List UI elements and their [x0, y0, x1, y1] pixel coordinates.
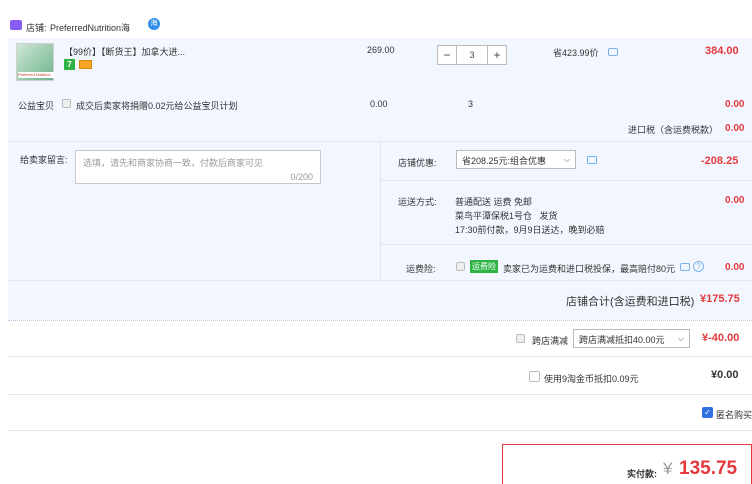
payment-value: 135.75	[679, 458, 738, 479]
insurance-text: 卖家已为运费和进口税投保，最高赔付80元	[503, 264, 676, 274]
payment-currency: ¥	[663, 459, 673, 478]
card-badge-icon	[79, 60, 92, 69]
unit-price: 269.00	[367, 45, 395, 55]
message-label: 给卖家留言:	[20, 155, 68, 165]
chat-bubble-icon[interactable]	[608, 48, 618, 56]
payment-label: 实付款:	[627, 469, 657, 479]
charity-checkbox[interactable]	[62, 99, 71, 108]
help-icon[interactable]: ?	[693, 261, 704, 272]
shop-discount-selected: 省208.25元:组合优惠	[462, 156, 547, 166]
charity-total: 0.00	[725, 99, 745, 110]
divider	[381, 244, 752, 245]
divider	[8, 356, 752, 357]
cross-store-label: 跨店满减	[532, 336, 569, 346]
cross-store-checkbox[interactable]	[516, 334, 525, 343]
anonymous-checkbox[interactable]: ✓	[702, 407, 713, 418]
divider	[8, 320, 752, 321]
divider	[8, 430, 752, 431]
chevron-down-icon: ⌵	[677, 334, 684, 343]
chat-bubble-icon[interactable]	[587, 156, 597, 164]
charity-text: 成交后卖家将捐赠0.02元给公益宝贝计划	[76, 101, 238, 111]
shipping-label: 运送方式:	[398, 197, 437, 207]
item-total: 384.00	[705, 45, 739, 57]
payment-summary-box: 实付款: ¥ 135.75	[502, 444, 752, 484]
coins-label: 使用9淘金币抵扣0.09元	[544, 374, 639, 384]
cross-store-selected: 跨店满减抵扣40.00元	[579, 335, 665, 345]
import-tax-label: 进口税（含运费税款）	[628, 125, 719, 135]
import-tax-value: 0.00	[725, 123, 745, 134]
hai-badge-icon: 海	[148, 18, 160, 30]
cross-store-value: ¥-40.00	[702, 332, 740, 344]
message-textarea[interactable]: 选填，请先和商家协商一致，付款后商家可见 0/200	[75, 150, 321, 184]
quantity-minus-button[interactable]: −	[437, 45, 457, 65]
cross-store-select[interactable]: 跨店满减抵扣40.00元 ⌵	[573, 329, 690, 348]
section-divider	[380, 142, 381, 280]
chevron-down-icon: ⌵	[563, 155, 570, 164]
shipping-line3: 17:30前付款，9月9日送达，晚到必赔	[455, 225, 605, 235]
charity-label: 公益宝贝	[18, 101, 55, 111]
quantity-input[interactable]: 3	[456, 45, 488, 65]
anonymous-label: 匿名购买	[716, 410, 752, 420]
shipping-line2: 菜鸟平潭保税1号仓 发货	[455, 211, 558, 221]
shop-icon	[10, 20, 22, 30]
chat-bubble-icon[interactable]	[680, 263, 690, 271]
shop-discount-select[interactable]: 省208.25元:组合优惠 ⌵	[456, 150, 576, 169]
insurance-badge: 运费险	[470, 260, 498, 273]
shop-discount-label: 店铺优惠:	[398, 158, 437, 168]
shop-total-label: 店铺合计(含运费和进口税)	[566, 296, 695, 308]
product-title-link[interactable]: 【99价】【断货王】加拿大进...	[64, 45, 185, 58]
coins-value: ¥0.00	[711, 369, 739, 381]
seven-day-return-icon: 7	[64, 59, 75, 70]
quantity-plus-button[interactable]: +	[487, 45, 507, 65]
charity-price: 0.00	[370, 99, 388, 109]
insurance-label: 运费险:	[406, 264, 436, 274]
shipping-value: 0.00	[725, 195, 745, 206]
insurance-value: 0.00	[725, 262, 745, 273]
insurance-checkbox[interactable]	[456, 262, 465, 271]
discount-note: 省423.99价	[553, 48, 599, 58]
shop-name-link[interactable]: PreferredNutrition海	[50, 21, 130, 34]
thumbnail-caption: Preferred Nutrition	[18, 72, 54, 78]
shipping-line1: 普通配送 运费 免邮	[455, 197, 533, 207]
divider	[8, 394, 752, 395]
divider	[381, 180, 752, 181]
product-thumbnail[interactable]: Preferred Nutrition	[16, 43, 54, 81]
shop-total-value: ¥175.75	[700, 293, 740, 305]
shop-label: 店铺:	[26, 23, 47, 33]
coins-checkbox[interactable]	[529, 371, 540, 382]
message-placeholder: 选填，请先和商家协商一致，付款后商家可见	[83, 158, 264, 168]
shop-discount-value: -208.25	[701, 155, 739, 167]
message-counter: 0/200	[290, 172, 313, 182]
charity-qty: 3	[468, 99, 474, 109]
divider	[8, 280, 752, 281]
